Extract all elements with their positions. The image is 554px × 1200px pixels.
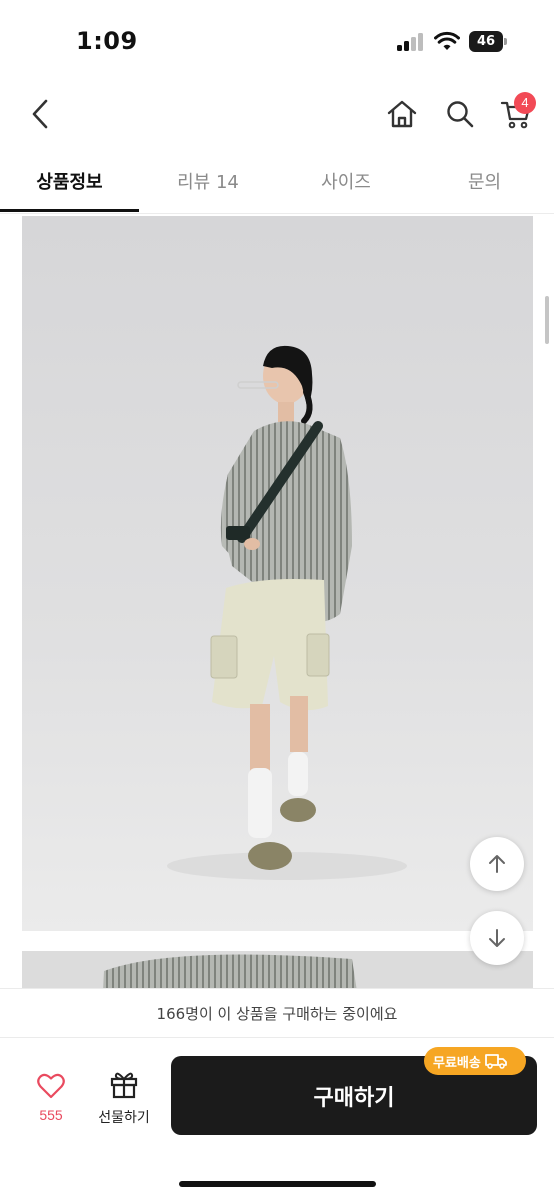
battery-icon: 46 — [469, 31, 507, 52]
search-button[interactable] — [440, 84, 480, 144]
gift-button[interactable]: 선물하기 — [88, 1069, 160, 1129]
heart-icon — [37, 1073, 65, 1099]
like-button[interactable]: 555 — [22, 1071, 80, 1131]
tab-size[interactable]: 사이즈 — [277, 150, 415, 212]
scrollbar[interactable] — [545, 296, 549, 344]
chevron-left-icon — [32, 99, 48, 129]
free-shipping-label: 무료배송 — [433, 1055, 481, 1071]
scroll-up-button[interactable] — [470, 837, 524, 891]
cart-count-badge: 4 — [514, 92, 536, 114]
back-button[interactable] — [20, 84, 60, 144]
purchase-notice: 166명이 이 상품을 구매하는 중이에요 — [0, 988, 554, 1038]
wifi-icon — [434, 31, 460, 50]
truck-icon — [484, 1054, 507, 1069]
gift-icon — [110, 1072, 138, 1099]
active-tab-indicator — [0, 209, 139, 212]
tab-bar: 상품정보 리뷰 14 사이즈 문의 — [0, 150, 554, 214]
nav-header — [0, 84, 554, 150]
battery-level: 46 — [469, 31, 503, 52]
product-photo — [22, 216, 533, 931]
home-indicator[interactable] — [179, 1181, 376, 1187]
status-bar: 1:09 46 — [0, 0, 554, 84]
free-shipping-badge: 무료배송 — [424, 1047, 526, 1075]
search-icon — [447, 101, 474, 128]
cellular-signal-icon — [397, 33, 425, 51]
product-photo-next — [22, 951, 533, 988]
home-button[interactable] — [382, 84, 422, 144]
tab-inquiry[interactable]: 문의 — [415, 150, 554, 212]
status-time: 1:09 — [76, 27, 138, 55]
home-icon — [387, 100, 417, 128]
scroll-down-button[interactable] — [470, 911, 524, 965]
like-count: 555 — [39, 1107, 63, 1123]
gift-label: 선물하기 — [98, 1110, 150, 1126]
arrow-up-icon — [489, 855, 505, 873]
tab-reviews[interactable]: 리뷰 14 — [139, 150, 277, 212]
tab-product-info[interactable]: 상품정보 — [0, 150, 139, 212]
arrow-down-icon — [489, 929, 505, 947]
